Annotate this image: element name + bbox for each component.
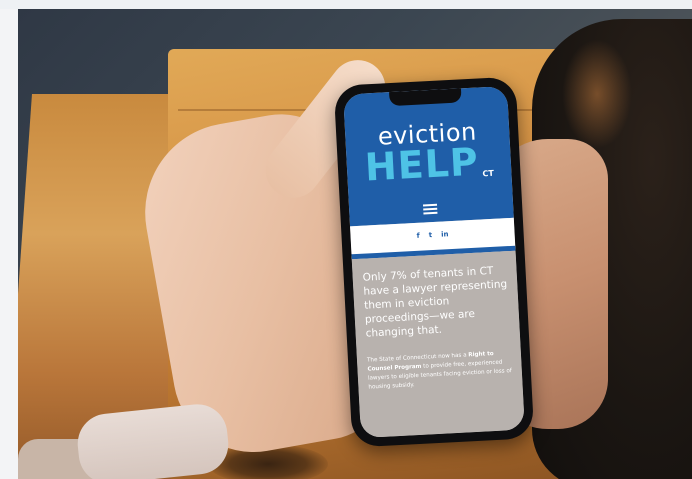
hamburger-menu-icon[interactable] [422, 203, 438, 215]
phone-screen: eviction HELP CT f t in Only 7% of tenan… [343, 85, 525, 439]
logo-suffix-ct: CT [482, 168, 495, 179]
linkedin-icon[interactable]: in [441, 230, 449, 239]
content-panel: Only 7% of tenants in CT have a lawyer r… [351, 250, 525, 439]
twitter-icon[interactable]: t [429, 231, 433, 240]
body-text: The State of Connecticut now has a Right… [367, 349, 515, 393]
photo: eviction HELP CT f t in Only 7% of tenan… [18, 9, 692, 479]
facebook-icon[interactable]: f [416, 232, 420, 241]
left-border-strip [0, 9, 18, 479]
hair-highlight [562, 39, 632, 149]
logo-word-help: HELP [363, 139, 480, 190]
site-header: eviction HELP CT [343, 85, 514, 227]
smartphone: eviction HELP CT f t in Only 7% of tenan… [333, 76, 535, 448]
headline-text: Only 7% of tenants in CT have a lawyer r… [362, 264, 508, 340]
top-border-strip [0, 0, 692, 9]
body-text-rest: to provide free, experienced lawyers to … [367, 359, 512, 391]
